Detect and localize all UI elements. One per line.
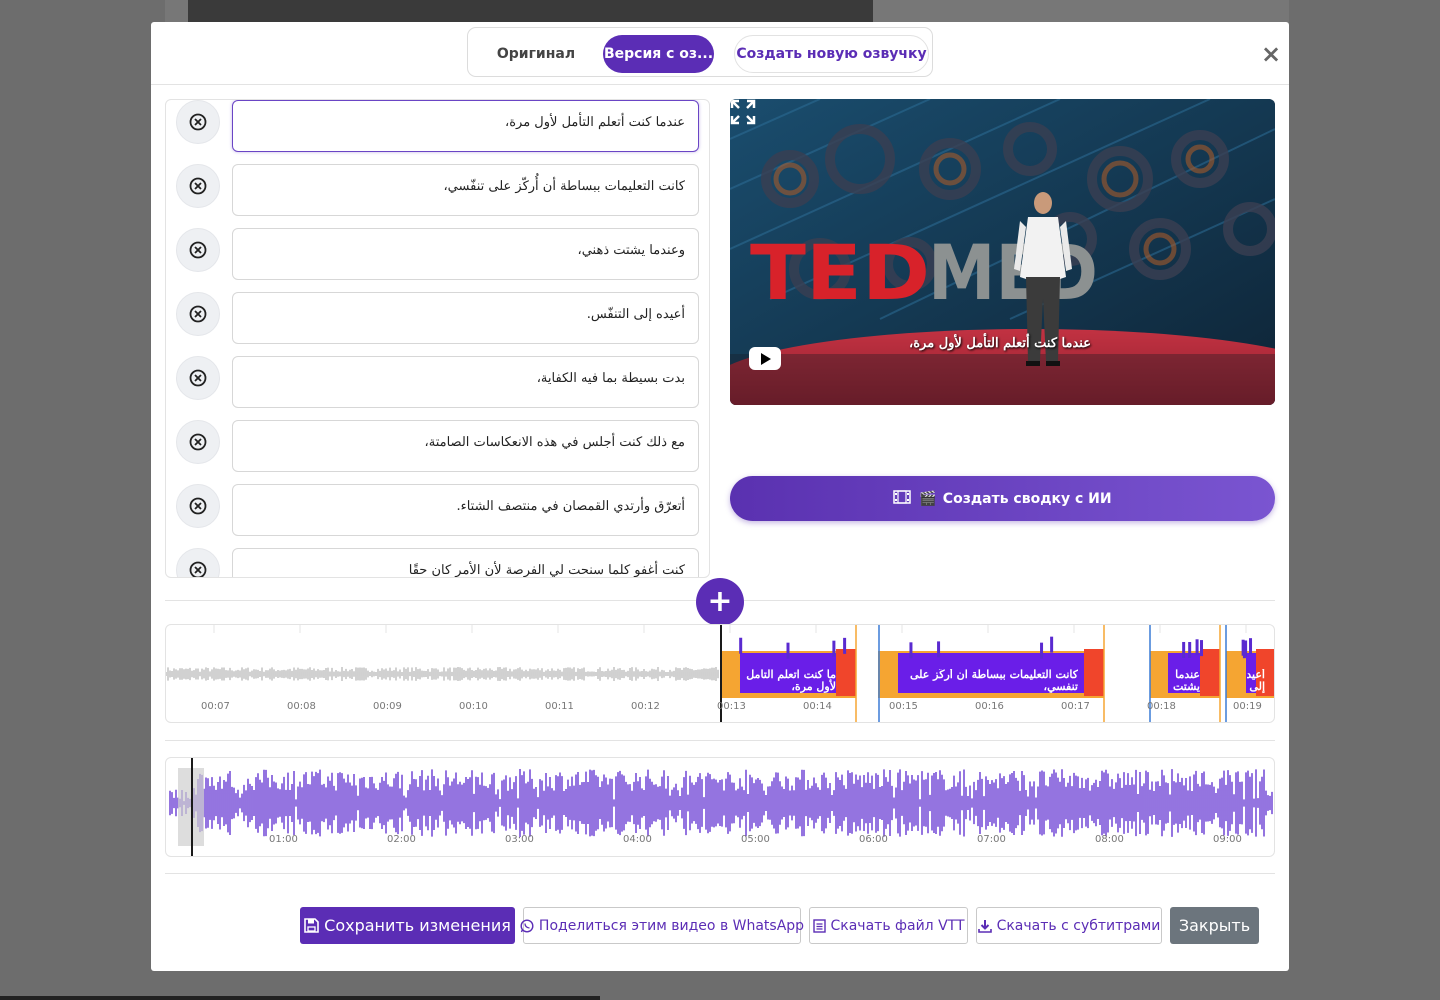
ai-summary-label: Создать сводку с ИИ xyxy=(942,490,1112,507)
overview-tick-label: 09:00 xyxy=(1213,834,1242,845)
clapper-icon: 🎬 xyxy=(919,490,937,507)
tab-original[interactable]: Оригинал xyxy=(476,35,596,73)
vtt-label: Скачать файл VTT xyxy=(830,917,965,934)
timeline-segment-label[interactable]: عندما يشتت xyxy=(1170,669,1200,695)
film-icon xyxy=(893,489,912,508)
timeline-tick-label: 00:11 xyxy=(545,701,574,712)
overview-tick-label: 07:00 xyxy=(977,834,1006,845)
whatsapp-label: Поделиться этим видео в WhatsApp xyxy=(538,917,805,934)
save-changes-button[interactable]: Сохранить изменения xyxy=(300,907,515,944)
modal-header: Оригинал Версия с оз... Создать новую оз… xyxy=(151,22,1289,85)
divider xyxy=(165,740,1275,741)
circle-x-icon xyxy=(189,433,207,451)
circle-x-icon xyxy=(189,241,207,259)
overview-tick-label: 01:00 xyxy=(269,834,298,845)
timeline-segment-label[interactable]: ما كنت اتعلم التامل لأول مرة، xyxy=(742,669,836,695)
subtitle-row: أتعرّق وأرتدي القمصان في منتصف الشتاء. xyxy=(166,484,709,536)
circle-x-icon xyxy=(189,113,207,131)
timeline-tick-label: 00:09 xyxy=(373,701,402,712)
subtitle-input[interactable]: كانت التعليمات ببساطة أن أُركّز على تنفّ… xyxy=(232,164,699,216)
med-logo: MED xyxy=(928,228,1098,317)
subtitle-input[interactable]: وعندما يشتت ذهني، xyxy=(232,228,699,280)
timeline-tick-label: 00:15 xyxy=(889,701,918,712)
overview-tick-label: 02:00 xyxy=(387,834,416,845)
subtitle-timeline[interactable]: 00:07 00:08 00:09 00:10 00:11 00:12 00:13 00:14… xyxy=(165,624,1275,723)
circle-x-icon xyxy=(189,177,207,195)
timeline-tick-label: 00:17 xyxy=(1061,701,1090,712)
create-ai-summary-button[interactable]: 🎬 Создать сводку с ИИ xyxy=(730,476,1275,521)
circle-x-icon xyxy=(189,305,207,323)
delete-subtitle-button[interactable] xyxy=(176,292,220,336)
video-frame: TED MED xyxy=(730,99,1275,405)
timeline-segment-label[interactable]: كانت التعليمات ببساطة ان أُركّز على تنفس… xyxy=(902,669,1078,695)
close-button[interactable]: Закрыть xyxy=(1170,907,1259,944)
ted-logo: TED xyxy=(750,228,930,317)
subtitle-row: أعيده إلى التنفّس. xyxy=(166,292,709,344)
timeline-tick-label: 00:12 xyxy=(631,701,660,712)
video-player[interactable]: TED MED عندما كنت أتعلم التأمل لأول مرة، xyxy=(730,99,1275,405)
delete-subtitle-button[interactable] xyxy=(176,356,220,400)
version-tabs: Оригинал Версия с оз... Создать новую оз… xyxy=(467,27,933,77)
timeline-tick-label: 00:07 xyxy=(201,701,230,712)
delete-subtitle-button[interactable] xyxy=(176,100,220,144)
tab-voiced-version[interactable]: Версия с оз... xyxy=(603,35,714,73)
save-label: Сохранить изменения xyxy=(324,916,511,935)
subtitle-row: مع ذلك كنت أجلس في هذه الانعكاسات الصامت… xyxy=(166,420,709,472)
circle-x-icon xyxy=(189,369,207,387)
download-with-subtitles-button[interactable]: Скачать с субтитрами xyxy=(976,907,1162,944)
subtitle-list: عندما كنت أتعلم التأمل لأول مرة، كانت ال… xyxy=(165,99,710,578)
download-label: Скачать с субтитрами xyxy=(996,917,1161,934)
delete-subtitle-button[interactable] xyxy=(176,228,220,272)
share-whatsapp-button[interactable]: Поделиться этим видео в WhatsApp xyxy=(520,907,805,944)
timeline-segment-label[interactable]: أعيده إلى xyxy=(1247,669,1265,695)
delete-subtitle-button[interactable] xyxy=(176,420,220,464)
circle-x-icon xyxy=(189,561,207,577)
editor-modal: Оригинал Версия с оз... Создать новую оз… xyxy=(151,22,1289,971)
close-icon[interactable]: × xyxy=(1261,42,1281,66)
download-vtt-button[interactable]: Скачать файл VTT xyxy=(809,907,968,944)
background-video xyxy=(188,0,873,22)
subtitle-input[interactable]: عندما كنت أتعلم التأمل لأول مرة، xyxy=(232,100,699,152)
overview-tick-label: 05:00 xyxy=(741,834,770,845)
play-icon[interactable] xyxy=(749,347,781,370)
subtitle-input[interactable]: كنت أغفو كلما سنحت لي الفرصة لأن الأمر ك… xyxy=(232,548,699,577)
subtitle-row: بدت بسيطة بما فيه الكفاية، xyxy=(166,356,709,408)
background-bar xyxy=(0,996,600,1000)
subtitle-row: كانت التعليمات ببساطة أن أُركّز على تنفّ… xyxy=(166,164,709,216)
subtitle-input[interactable]: مع ذلك كنت أجلس في هذه الانعكاسات الصامت… xyxy=(232,420,699,472)
timeline-tick-label: 00:08 xyxy=(287,701,316,712)
overview-tick-label: 04:00 xyxy=(623,834,652,845)
subtitle-row: وعندما يشتت ذهني، xyxy=(166,228,709,280)
subtitle-input[interactable]: بدت بسيطة بما فيه الكفاية، xyxy=(232,356,699,408)
file-text-icon xyxy=(812,918,826,933)
subtitle-input[interactable]: أتعرّق وأرتدي القمصان في منتصف الشتاء. xyxy=(232,484,699,536)
delete-subtitle-button[interactable] xyxy=(176,548,220,577)
timeline-tick-label: 00:16 xyxy=(975,701,1004,712)
timeline-tick-label: 00:18 xyxy=(1147,701,1176,712)
overview-tick-label: 06:00 xyxy=(859,834,888,845)
timeline-tick-label: 00:19 xyxy=(1233,701,1262,712)
add-subtitle-button[interactable]: + xyxy=(696,578,744,626)
timeline-tick-label: 00:13 xyxy=(717,701,746,712)
divider xyxy=(165,873,1275,874)
subtitle-row: عندما كنت أتعلم التأمل لأول مرة، xyxy=(166,100,709,152)
tab-create-voiceover[interactable]: Создать новую озвучку xyxy=(734,35,929,73)
download-icon xyxy=(977,919,992,933)
overview-tick-label: 03:00 xyxy=(505,834,534,845)
fullscreen-icon[interactable] xyxy=(730,99,756,125)
whatsapp-icon xyxy=(520,918,534,933)
floppy-disk-icon xyxy=(304,918,319,933)
video-caption: عندما كنت أتعلم التأمل لأول مرة، xyxy=(909,336,1091,351)
timeline-tick-label: 00:10 xyxy=(459,701,488,712)
subtitle-row: كنت أغفو كلما سنحت لي الفرصة لأن الأمر ك… xyxy=(166,548,709,577)
circle-x-icon xyxy=(189,497,207,515)
overview-tick-label: 08:00 xyxy=(1095,834,1124,845)
audio-overview[interactable]: 01:00 02:00 03:00 04:00 05:00 06:00 07:00 08:00… xyxy=(165,757,1275,857)
delete-subtitle-button[interactable] xyxy=(176,164,220,208)
timeline-tick-label: 00:14 xyxy=(803,701,832,712)
subtitle-input[interactable]: أعيده إلى التنفّس. xyxy=(232,292,699,344)
delete-subtitle-button[interactable] xyxy=(176,484,220,528)
